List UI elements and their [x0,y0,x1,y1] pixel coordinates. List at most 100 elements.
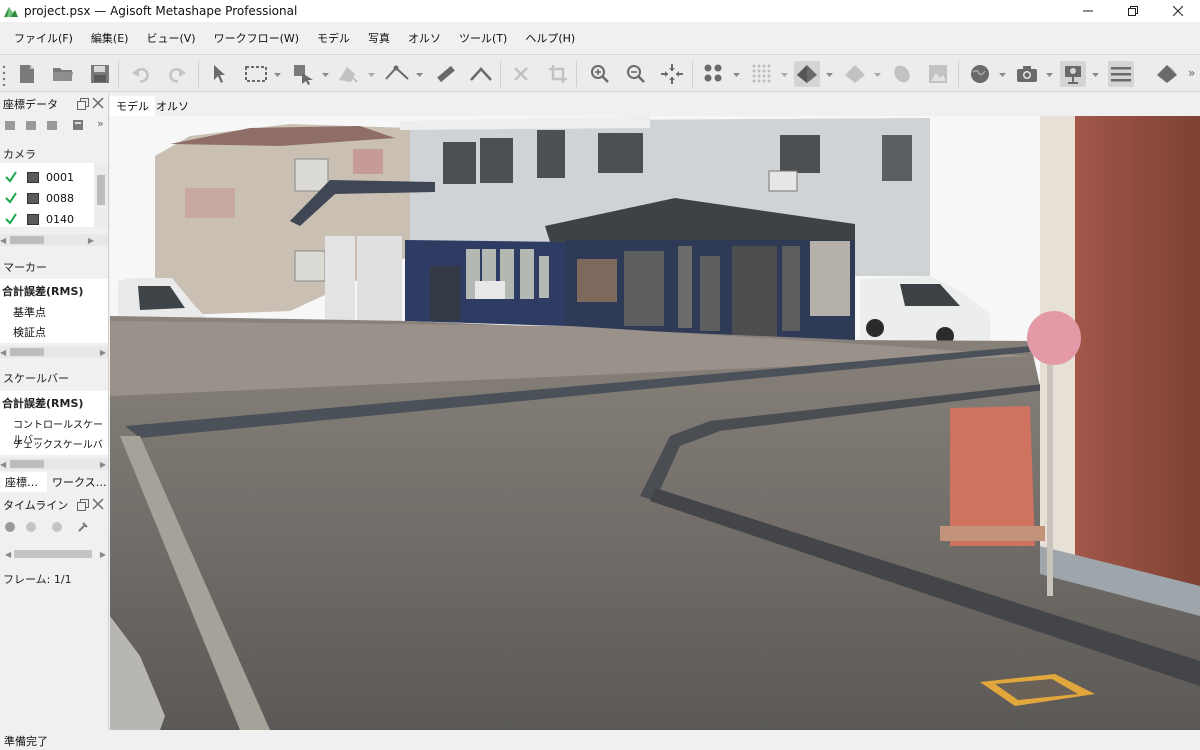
scalebars-hscrollbar[interactable]: ◀ ▶ [0,458,108,470]
tab-reference[interactable]: 座標… [0,472,47,492]
left-panel: 座標データ » カメラ 0001 0088 0140 ◀ ▶ マーカー 合計誤差… [0,93,109,730]
menu-model[interactable]: モデル [308,30,359,46]
restore-button[interactable] [1111,0,1155,22]
toolbar-grip-icon[interactable] [2,64,6,86]
new-document-button[interactable] [14,61,40,87]
chevron-down-icon[interactable] [733,71,741,79]
tools-icon[interactable] [77,521,89,533]
list-item[interactable]: 0088 [0,188,94,208]
paint-select-button[interactable] [291,61,317,87]
zoom-out-button[interactable] [623,61,649,87]
camera-button[interactable] [1014,61,1040,87]
crop-button[interactable] [545,61,571,87]
close-button[interactable] [1156,0,1200,22]
menu-tools[interactable]: ツール(T) [450,30,516,46]
add-frame-icon[interactable] [4,521,16,533]
reset-view-button[interactable] [659,61,685,87]
cameras-vscrollbar[interactable] [94,163,108,227]
more-icon[interactable]: » [97,117,104,130]
tiled-model-button[interactable] [889,61,915,87]
delete-button[interactable] [508,61,534,87]
minimize-icon [1083,10,1093,12]
scalebars-label: スケールバー [3,372,69,385]
open-button[interactable] [50,61,76,87]
import-icon[interactable] [4,119,16,131]
camera-checkbox[interactable] [3,211,19,227]
redo-button[interactable] [164,61,190,87]
texture-button[interactable] [925,61,951,87]
chevron-down-icon[interactable] [826,71,834,79]
list-item[interactable]: 検証点 [13,324,46,340]
menu-edit[interactable]: 編集(E) [82,30,138,46]
list-item[interactable]: 0140 [0,209,94,229]
camera-checkbox[interactable] [3,190,19,206]
tab-model[interactable]: モデル [110,96,155,116]
chevron-down-icon[interactable] [416,71,424,79]
tab-ortho[interactable]: オルソ [150,96,195,116]
menu-ortho[interactable]: オルソ [399,30,450,46]
solid-model-button[interactable] [794,61,820,87]
checkmark-icon [5,171,17,183]
export-icon[interactable] [25,119,37,131]
zoom-in-button[interactable] [587,61,613,87]
polyline-button[interactable] [384,61,410,87]
chevron-down-icon[interactable] [1092,71,1100,79]
ruler-button[interactable] [432,61,458,87]
undock-icon[interactable] [77,98,89,110]
minimize-button[interactable] [1066,0,1110,22]
save-button[interactable] [87,61,113,87]
ruler-icon [437,65,455,83]
chevron-down-icon[interactable] [999,71,1007,79]
menu-file[interactable]: ファイル(F) [5,30,82,46]
undo-button[interactable] [128,61,154,87]
line-button[interactable] [468,61,494,87]
markers-hscrollbar[interactable]: ◀ ▶ [0,346,108,358]
reference-panel-title: 座標データ [3,98,58,111]
remove-frame-icon[interactable] [25,521,37,533]
calculator-icon[interactable] [72,119,84,131]
globe-button[interactable] [967,61,993,87]
toolbar-overflow-icon[interactable]: » [1188,66,1195,80]
list-item[interactable]: 基準点 [13,304,46,320]
camera-view-button[interactable] [1060,61,1086,87]
chevron-down-icon[interactable] [368,71,376,79]
chevron-down-icon[interactable] [781,71,789,79]
timeline-title: タイムライン [3,499,69,512]
menu-icon [1111,67,1131,82]
chevron-down-icon[interactable] [874,71,882,79]
menu-help[interactable]: ヘルプ(H) [516,30,584,46]
menu-workflow[interactable]: ワークフロー(W) [205,30,308,46]
wireframe-button[interactable] [842,61,868,87]
cameras-hscrollbar[interactable]: ◀ ▶ [0,234,108,246]
chevron-down-icon[interactable] [322,71,330,79]
menu-button[interactable] [1108,61,1134,87]
tab-workspace[interactable]: ワークス… [47,472,108,492]
shape-button[interactable] [336,61,362,87]
view-tabbar: モデル オルソ [110,94,1200,116]
undock-icon[interactable] [77,499,89,511]
select-button[interactable] [206,61,232,87]
chevron-down-icon[interactable] [274,71,282,79]
timeline-slider[interactable]: ◀ ▶ [0,548,108,560]
rectangle-select-button[interactable] [243,61,269,87]
frame-counter: フレーム: 1/1 [3,573,72,586]
chevron-down-icon[interactable] [1046,71,1054,79]
menu-view[interactable]: ビュー(V) [137,30,204,46]
solid-model-icon [797,65,817,83]
close-icon[interactable] [92,498,104,510]
shaded-button[interactable] [1154,61,1180,87]
select-arrow-icon [214,65,225,83]
model-viewport[interactable] [110,116,1200,730]
main-toolbar: » [0,54,1200,92]
points-button[interactable] [701,61,727,87]
camera-checkbox[interactable] [3,169,19,185]
menu-photo[interactable]: 写真 [359,30,399,46]
close-icon[interactable] [92,97,104,109]
shaded-icon [1157,65,1177,83]
points-icon [704,64,722,82]
convert-icon[interactable] [46,119,58,131]
play-icon[interactable] [51,521,63,533]
list-item[interactable]: 0001 [0,167,94,187]
dense-points-button[interactable] [749,61,775,87]
polyline-icon [385,65,409,80]
